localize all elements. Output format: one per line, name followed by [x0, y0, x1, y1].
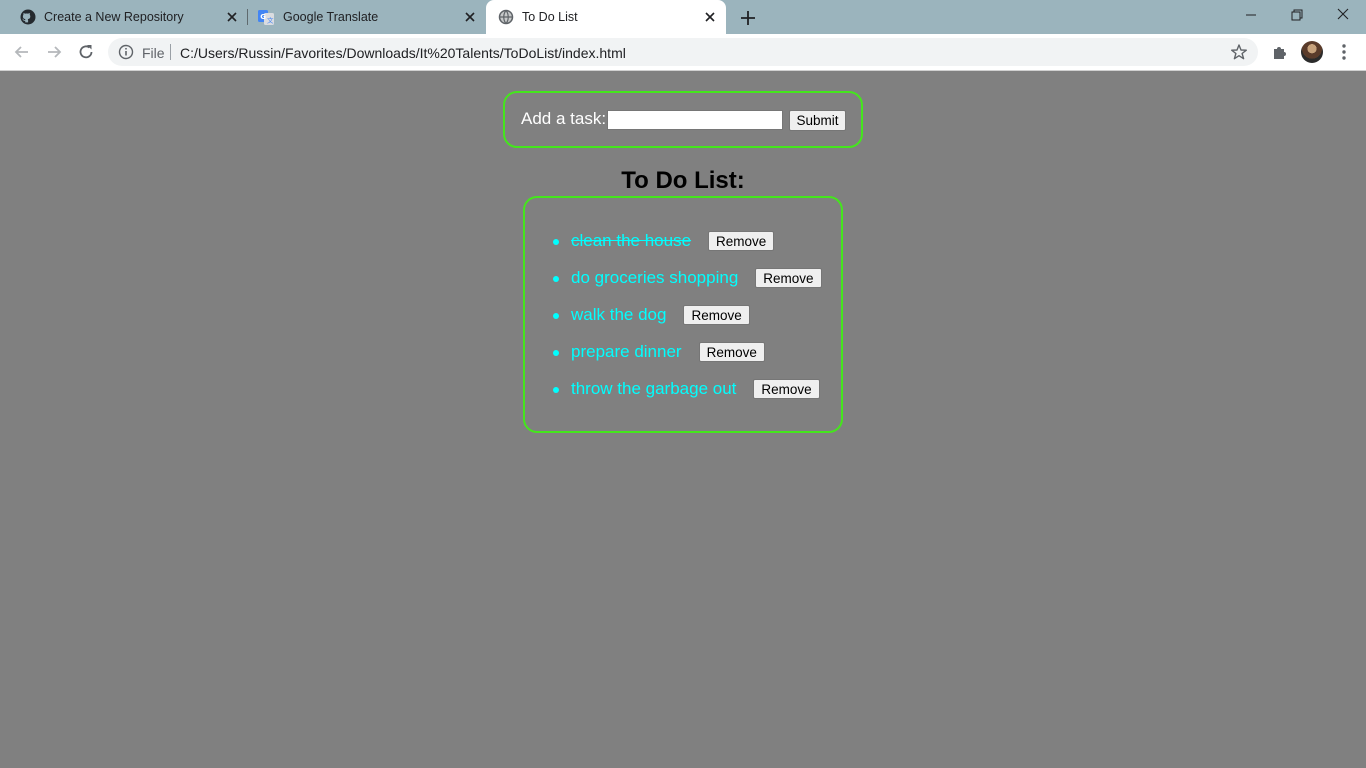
- list-item: do groceries shopping Remove: [553, 266, 822, 290]
- url-text[interactable]: C:/Users/Russin/Favorites/Downloads/It%2…: [180, 45, 626, 61]
- todo-text[interactable]: do groceries shopping: [571, 268, 738, 288]
- todo-text[interactable]: prepare dinner: [571, 342, 682, 362]
- list-item: walk the dog Remove: [553, 303, 750, 327]
- globe-icon: [498, 9, 514, 25]
- bullet: [553, 350, 559, 356]
- tab-google-translate[interactable]: G 文 Google Translate: [248, 0, 486, 34]
- browser-toolbar: File C:/Users/Russin/Favorites/Downloads…: [0, 34, 1366, 71]
- todo-text[interactable]: walk the dog: [571, 305, 666, 325]
- bullet: [553, 313, 559, 319]
- list-item: throw the garbage out Remove: [553, 377, 820, 401]
- extensions-puzzle-icon[interactable]: [1270, 42, 1290, 62]
- remove-button[interactable]: Remove: [708, 231, 775, 251]
- svg-text:文: 文: [267, 16, 274, 25]
- remove-button[interactable]: Remove: [698, 342, 765, 362]
- bullet: [553, 239, 559, 245]
- minimize-icon[interactable]: [1238, 4, 1264, 26]
- tab-title: Google Translate: [283, 10, 379, 24]
- site-info-icon[interactable]: [118, 44, 134, 60]
- page-content: Add a task: Submit To Do List: clean the…: [0, 71, 1366, 768]
- back-arrow-icon[interactable]: [12, 42, 32, 62]
- todo-text[interactable]: clean the house: [571, 231, 691, 251]
- close-window-icon[interactable]: [1330, 4, 1356, 26]
- tab-title: To Do List: [522, 10, 578, 24]
- more-menu-icon[interactable]: [1335, 42, 1353, 62]
- add-task-form: Add a task: Submit: [503, 91, 863, 148]
- github-icon: [20, 9, 36, 25]
- bookmark-star-icon[interactable]: [1230, 43, 1248, 61]
- address-divider: [170, 44, 171, 60]
- list-title: To Do List:: [621, 167, 745, 194]
- tab-create-repository[interactable]: Create a New Repository: [0, 0, 247, 34]
- close-tab-icon[interactable]: [702, 9, 718, 25]
- todo-list: clean the house Remove do groceries shop…: [523, 196, 843, 433]
- new-tab-icon[interactable]: [738, 8, 758, 28]
- forward-arrow-icon[interactable]: [44, 42, 64, 62]
- submit-button[interactable]: Submit: [789, 110, 846, 131]
- add-task-label: Add a task:: [521, 109, 607, 128]
- google-translate-icon: G 文: [258, 10, 274, 25]
- tab-title: Create a New Repository: [44, 10, 184, 24]
- tab-to-do-list[interactable]: To Do List: [486, 0, 726, 34]
- task-input[interactable]: [607, 110, 783, 130]
- tab-strip: Create a New Repository G 文 Google Trans…: [0, 0, 1366, 34]
- security-label: File: [142, 45, 165, 61]
- bullet: [553, 387, 559, 393]
- list-item: prepare dinner Remove: [553, 340, 765, 364]
- close-tab-icon[interactable]: [462, 9, 478, 25]
- address-bar[interactable]: File C:/Users/Russin/Favorites/Downloads…: [108, 38, 1258, 66]
- close-tab-icon[interactable]: [224, 9, 240, 25]
- reload-icon[interactable]: [76, 42, 96, 62]
- list-item: clean the house Remove: [553, 229, 775, 253]
- svg-text:G: G: [260, 13, 266, 21]
- profile-avatar[interactable]: [1301, 41, 1323, 63]
- restore-icon[interactable]: [1284, 4, 1310, 26]
- remove-button[interactable]: Remove: [683, 305, 750, 325]
- remove-button[interactable]: Remove: [755, 268, 822, 288]
- todo-text[interactable]: throw the garbage out: [571, 379, 736, 399]
- bullet: [553, 276, 559, 282]
- remove-button[interactable]: Remove: [753, 379, 820, 399]
